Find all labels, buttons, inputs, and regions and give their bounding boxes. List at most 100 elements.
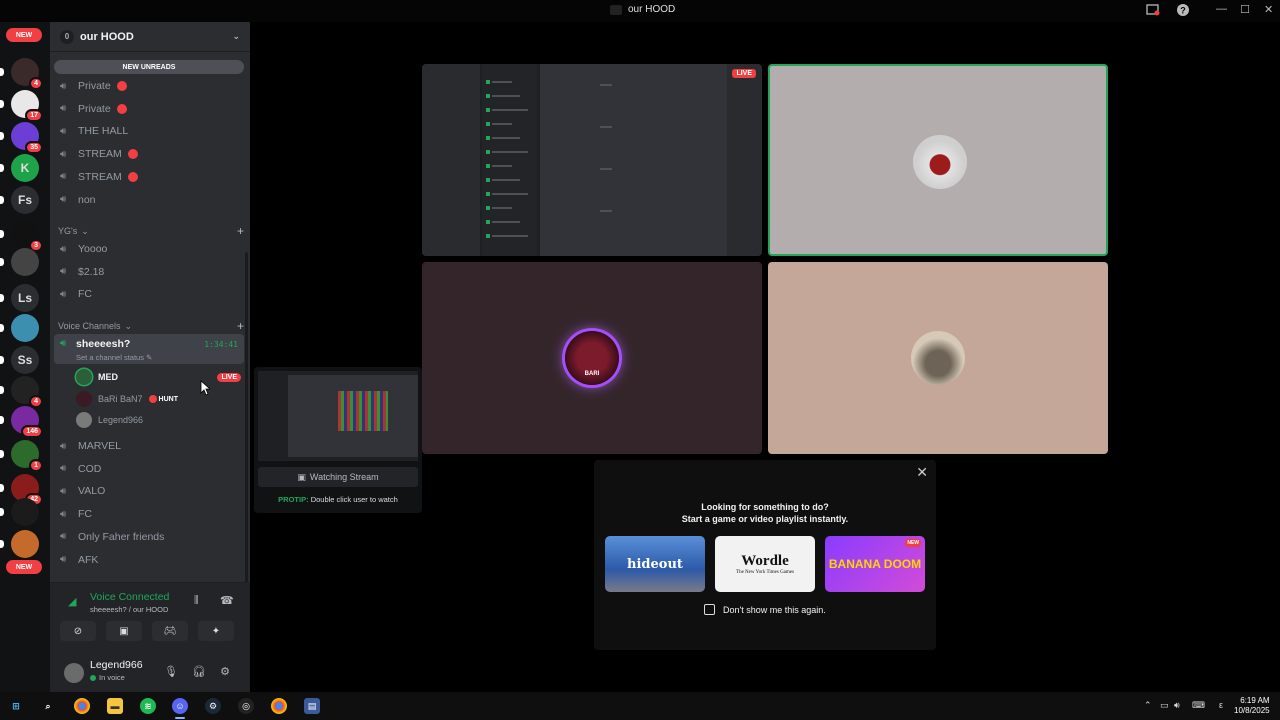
stream-thumbnail[interactable] (258, 371, 418, 461)
avatar[interactable] (64, 663, 84, 683)
live-badge: LIVE (732, 69, 756, 78)
server-header[interactable]: 0 our HOOD ⌄ (50, 22, 250, 52)
help-icon[interactable]: ? (1176, 3, 1190, 17)
chevron-icon: ⌄ (81, 225, 89, 236)
voice-channel[interactable]: 🔊︎ FC (58, 284, 244, 304)
voice-channel[interactable]: 🔊︎ FC (58, 504, 244, 524)
close-button[interactable]: ✕ (1264, 3, 1273, 16)
file-explorer-icon[interactable]: ▬ (107, 698, 123, 714)
voice-user-legend[interactable]: Legend966 (76, 410, 241, 430)
search-icon[interactable]: ⌕ (40, 698, 56, 714)
category-ygs[interactable]: YG's ⌄ + (58, 224, 244, 238)
server-icon[interactable] (11, 314, 39, 342)
stream-tile-med[interactable]: LIVE (422, 64, 762, 256)
server-icon[interactable]: Fs (11, 186, 39, 214)
server-icon[interactable]: 17 (11, 90, 43, 122)
minimize-button[interactable]: — (1216, 3, 1227, 15)
signal-icon[interactable]: ◢ (68, 595, 76, 608)
voice-channel[interactable]: 🔊︎ Private (58, 76, 244, 96)
taskbar: ⊞ ⌕ ▬ ≋ ☺ ⚙ ◎ ▤ ⌃ ▭ 🔊︎ ⌨ ε 6:19 AM 10/8/… (0, 692, 1280, 720)
show-hidden-icons-icon[interactable]: ⌃ (1144, 700, 1152, 711)
voice-channel[interactable]: 🔊︎ Yoooo (58, 239, 244, 259)
server-icon[interactable]: K (11, 154, 39, 182)
server-icon[interactable] (11, 530, 39, 558)
server-icon[interactable]: 4 (11, 376, 43, 408)
speaker-icon: 🔊︎ (60, 148, 67, 160)
voice-channel[interactable]: 🔊︎ STREAM (58, 144, 244, 164)
voice-channel[interactable]: 🔊︎ VALO (58, 481, 244, 501)
channel-status[interactable]: Set a channel status ✎ (76, 353, 152, 362)
close-icon[interactable]: ✕ (916, 464, 928, 481)
network-icon[interactable]: ▭ (1160, 700, 1169, 711)
dont-show-again-checkbox[interactable]: Don't show me this again. (704, 604, 826, 615)
voice-channel[interactable]: 🔊︎ THE HALL (58, 121, 244, 141)
activities-icon[interactable]: 🎮︎ (152, 621, 188, 641)
server-icon[interactable]: 3 (11, 220, 43, 252)
category-voice-channels[interactable]: Voice Channels ⌄ + (58, 319, 244, 333)
chrome-icon-2[interactable] (271, 698, 287, 714)
settings-gear-icon[interactable]: ⚙ (218, 665, 232, 679)
new-servers-pill[interactable]: NEW (6, 28, 42, 42)
steam-icon[interactable]: ⚙ (205, 698, 221, 714)
discord-icon[interactable]: ☺ (172, 698, 188, 714)
spotify-icon[interactable]: ≋ (140, 698, 156, 714)
mention-badge: 4 (29, 77, 43, 90)
speaker-icon: 🔊︎ (60, 243, 67, 255)
activity-hideout[interactable]: hideout (605, 536, 705, 592)
inbox-icon[interactable] (1146, 3, 1160, 17)
clock[interactable]: 6:19 AM 10/8/2025 (1234, 696, 1270, 716)
chrome-icon[interactable] (74, 698, 90, 714)
server-list: NEW NEW 4 17 35 K Fs 3 Ls Ss 4 146 1 42 (0, 22, 50, 692)
app-window-icon[interactable]: ▤ (304, 698, 320, 714)
windows-start-icon[interactable]: ⊞ (8, 698, 24, 714)
watching-stream-button[interactable]: ▣ Watching Stream (258, 467, 418, 487)
soundboard-icon[interactable]: ✦ (198, 621, 234, 641)
mention-badge: 146 (21, 425, 43, 438)
participant-tile-2[interactable] (768, 64, 1108, 256)
server-icon[interactable]: Ls (11, 284, 39, 312)
participant-tile-legend[interactable] (768, 262, 1108, 454)
add-channel-icon[interactable]: + (237, 319, 244, 333)
voice-channel[interactable]: 🔊︎ Only Faher friends (58, 527, 244, 547)
activity-wordle[interactable]: Wordle The New York Times Games (715, 536, 815, 592)
scrollbar[interactable] (245, 252, 248, 592)
voice-channel[interactable]: 🔊︎ $2.18 (58, 262, 244, 282)
voice-channel[interactable]: 🔊︎ STREAM (58, 167, 244, 187)
speaker-icon: 🔊︎ (60, 554, 67, 565)
disconnect-icon[interactable]: ☎ (220, 594, 234, 607)
user-panel: Legend966 In voice 🎙︎ 🎧︎ ⚙ (50, 654, 250, 692)
server-icon[interactable]: 1 (11, 440, 43, 472)
server-icon[interactable]: 4 (11, 58, 43, 90)
speaker-icon: 🔊︎ (60, 485, 67, 497)
microphone-icon[interactable]: 🎙︎ (164, 665, 178, 679)
voice-channel[interactable]: 🔊︎ COD (58, 459, 244, 479)
server-icon[interactable]: Ss (11, 346, 39, 374)
checkbox[interactable] (704, 604, 715, 615)
chevron-down-icon[interactable]: ⌄ (232, 31, 240, 42)
active-voice-channel[interactable]: 🔊︎ sheeeesh? Set a channel status ✎ 1:34… (54, 334, 244, 364)
voice-channel[interactable]: 🔊︎ non (58, 190, 244, 210)
server-icon[interactable] (11, 248, 39, 276)
voice-channel[interactable]: 🔊︎ Private (58, 99, 244, 119)
server-icon[interactable] (11, 498, 39, 526)
language-indicator[interactable]: ε (1219, 700, 1223, 710)
new-unreads-pill[interactable]: NEW UNREADS (54, 60, 244, 74)
voice-channel[interactable]: 🔊︎ MARVEL (58, 436, 244, 456)
voice-user-bari[interactable]: BaRi BaN7 HUNT (76, 389, 241, 409)
server-icon[interactable]: 146 (11, 406, 43, 438)
volume-icon[interactable]: 🔊︎ (1174, 700, 1180, 711)
add-channel-icon[interactable]: + (237, 224, 244, 238)
keyboard-icon[interactable]: ⌨ (1192, 700, 1205, 711)
maximize-button[interactable]: ☐ (1240, 3, 1250, 16)
headphones-icon[interactable]: 🎧︎ (192, 665, 206, 679)
participant-tile-bari[interactable]: BARI (422, 262, 762, 454)
voice-user-med[interactable]: MED LIVE (76, 367, 241, 387)
noise-suppression-icon[interactable]: ⫼ (194, 595, 199, 606)
camera-off-icon[interactable]: ⊘ (60, 621, 96, 641)
new-servers-pill-bottom[interactable]: NEW (6, 560, 42, 574)
screen-share-icon[interactable]: ▣ (106, 621, 142, 641)
activity-banana-doom[interactable]: BANANA DOOM NEW (825, 536, 925, 592)
app-icon[interactable]: ◎ (238, 698, 254, 714)
voice-channel[interactable]: 🔊︎ AFK (58, 550, 244, 570)
server-icon[interactable]: 35 (11, 122, 43, 154)
